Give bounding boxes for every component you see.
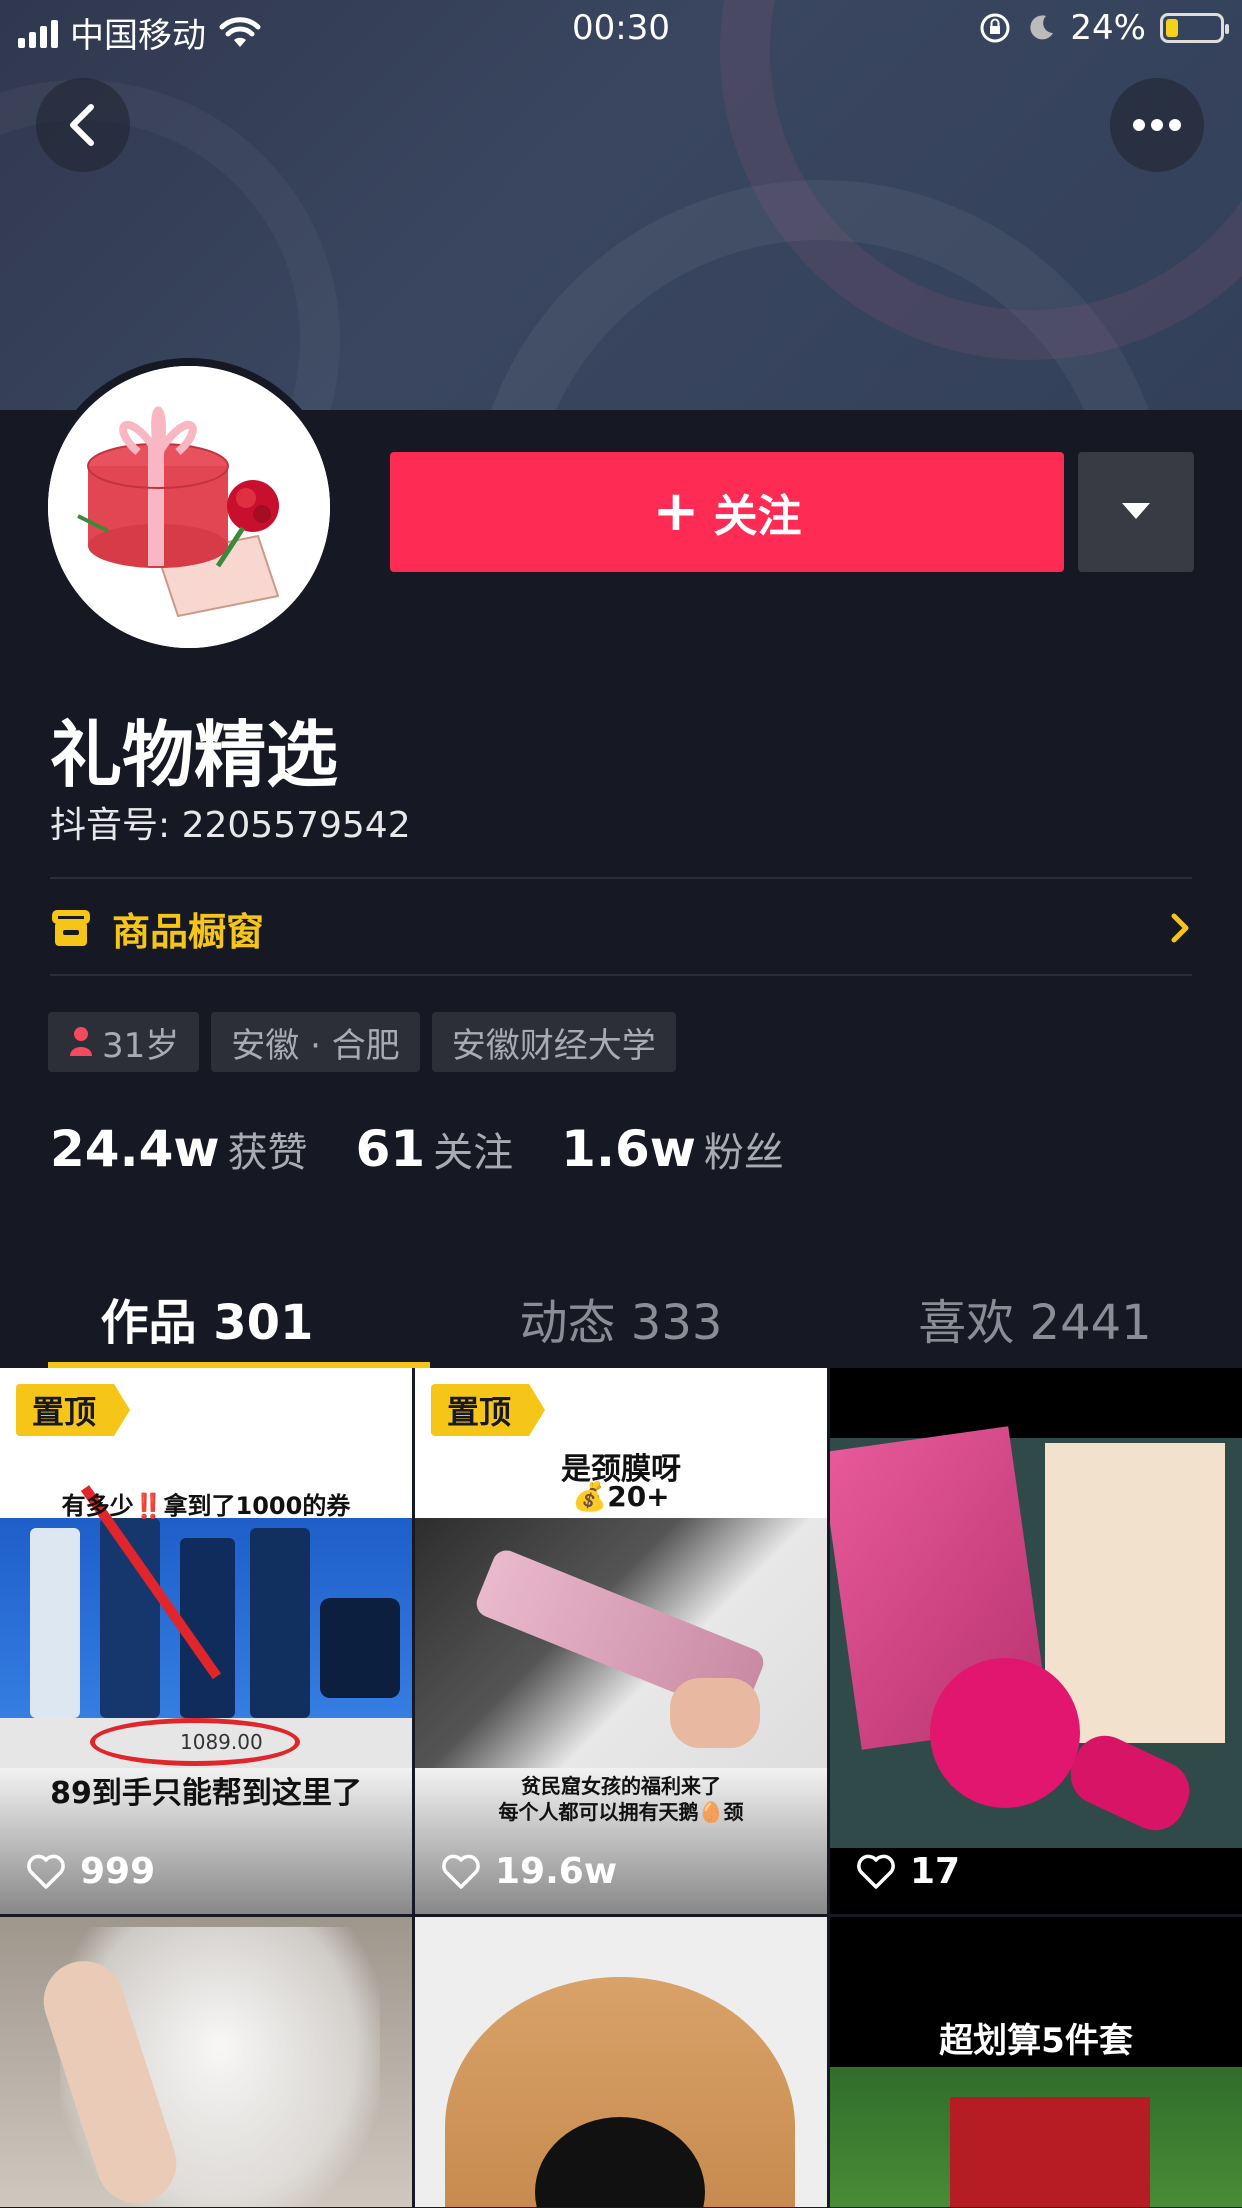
chevron-left-icon [70, 104, 94, 146]
chevron-right-icon [1171, 913, 1189, 943]
triangle-down-icon [1122, 503, 1150, 519]
profile-tags: 31岁 安徽 · 合肥 安徽财经大学 [48, 1012, 676, 1072]
moon-icon [1030, 15, 1054, 40]
likes-stat: 24.4w 获赞 [50, 1120, 308, 1178]
video-thumbnail[interactable]: 17 [830, 1368, 1242, 1914]
video-caption-top: 超划算5件套 [939, 2021, 1133, 2061]
tab-activity[interactable]: 动态 333 [414, 1268, 828, 1368]
tab-works[interactable]: 作品 301 [0, 1268, 414, 1368]
video-caption-bottom: 贫民窟女孩的福利来了 [521, 1774, 721, 1798]
battery-percent: 24% [1070, 8, 1146, 48]
followers-label: 粉丝 [703, 1130, 784, 1176]
recommend-dropdown-button[interactable] [1078, 452, 1194, 572]
divider [50, 974, 1192, 976]
ellipsis-icon [1133, 119, 1181, 131]
pinned-badge: 置顶 [16, 1384, 131, 1436]
female-icon [70, 1027, 92, 1056]
heart-icon [442, 1854, 480, 1889]
video-likes-count: 19.6w [495, 1851, 618, 1892]
profile-name: 礼物精选 [50, 713, 339, 797]
follow-label: 关注 [713, 491, 802, 542]
tab-likes[interactable]: 喜欢 2441 [828, 1268, 1242, 1368]
status-bar: 中国移动 00:30 24% [0, 0, 1242, 60]
video-caption-top: 有多少‼️拿到了1000的券 [61, 1492, 351, 1520]
video-thumbnail[interactable]: 置顶 是颈膜呀 💰20+ 贫民窟女孩的福利来了 每个人都可以拥有天鹅🥚颈 19.… [415, 1368, 827, 1914]
video-caption-bottom-2: 每个人都可以拥有天鹅🥚颈 [498, 1800, 744, 1824]
video-likes: 999 [26, 1851, 155, 1892]
profile-stats: 24.4w 获赞 61 关注 1.6w 粉丝 [50, 1120, 832, 1178]
school-tag: 安徽财经大学 [431, 1012, 676, 1072]
location-tag: 安徽 · 合肥 [211, 1012, 420, 1072]
following-stat[interactable]: 61 关注 [356, 1120, 514, 1178]
shop-label: 商品橱窗 [112, 909, 265, 954]
following-count: 61 [355, 1120, 426, 1178]
divider [50, 877, 1192, 879]
video-caption-sub: 💰20+ [572, 1480, 670, 1513]
school-text: 安徽财经大学 [451, 1025, 656, 1066]
douyin-id: 抖音号: 2205579542 [50, 805, 411, 846]
back-button[interactable] [36, 78, 130, 172]
video-likes: 17 [856, 1851, 960, 1892]
more-options-button[interactable] [1110, 78, 1204, 172]
plus-icon: + [652, 479, 700, 544]
video-caption-bottom: 89到手只能帮到这里了 [50, 1776, 362, 1811]
pinned-badge: 置顶 [431, 1384, 546, 1436]
video-thumbnail[interactable]: 1089.00 置顶 有多少‼️拿到了1000的券 89到手只能帮到这里了 99… [0, 1368, 412, 1914]
heart-icon [857, 1854, 895, 1889]
profile-tabs: 作品 301 动态 333 喜欢 2441 [0, 1268, 1242, 1368]
likes-count: 24.4w [50, 1120, 220, 1178]
avatar[interactable] [40, 358, 338, 656]
follow-button[interactable]: + 关注 [390, 452, 1064, 572]
age-tag: 31岁 [48, 1012, 200, 1072]
video-likes-count: 17 [910, 1851, 961, 1892]
video-likes: 19.6w [441, 1851, 617, 1892]
video-grid: 1089.00 置顶 有多少‼️拿到了1000的券 89到手只能帮到这里了 99… [0, 1368, 1242, 2207]
location-text: 安徽 · 合肥 [231, 1025, 400, 1066]
battery-icon [1160, 13, 1229, 43]
following-label: 关注 [433, 1130, 514, 1176]
gift-box-avatar-image [48, 366, 330, 648]
likes-label: 获赞 [227, 1130, 308, 1176]
age-text: 31岁 [102, 1025, 180, 1066]
profile-banner [0, 0, 1242, 410]
price-tag: 1089.00 [180, 1730, 263, 1754]
product-showcase-link[interactable]: 商品橱窗 [50, 880, 1192, 976]
heart-icon [27, 1854, 65, 1889]
shop-icon [52, 910, 90, 946]
rotation-lock-icon [980, 13, 1010, 43]
video-likes-count: 999 [80, 1851, 156, 1892]
video-thumbnail[interactable] [415, 1917, 827, 2207]
video-thumbnail[interactable] [0, 1917, 412, 2207]
followers-count: 1.6w [561, 1120, 696, 1178]
followers-stat[interactable]: 1.6w 粉丝 [561, 1120, 784, 1178]
video-thumbnail[interactable]: 超划算5件套 [830, 1917, 1242, 2207]
